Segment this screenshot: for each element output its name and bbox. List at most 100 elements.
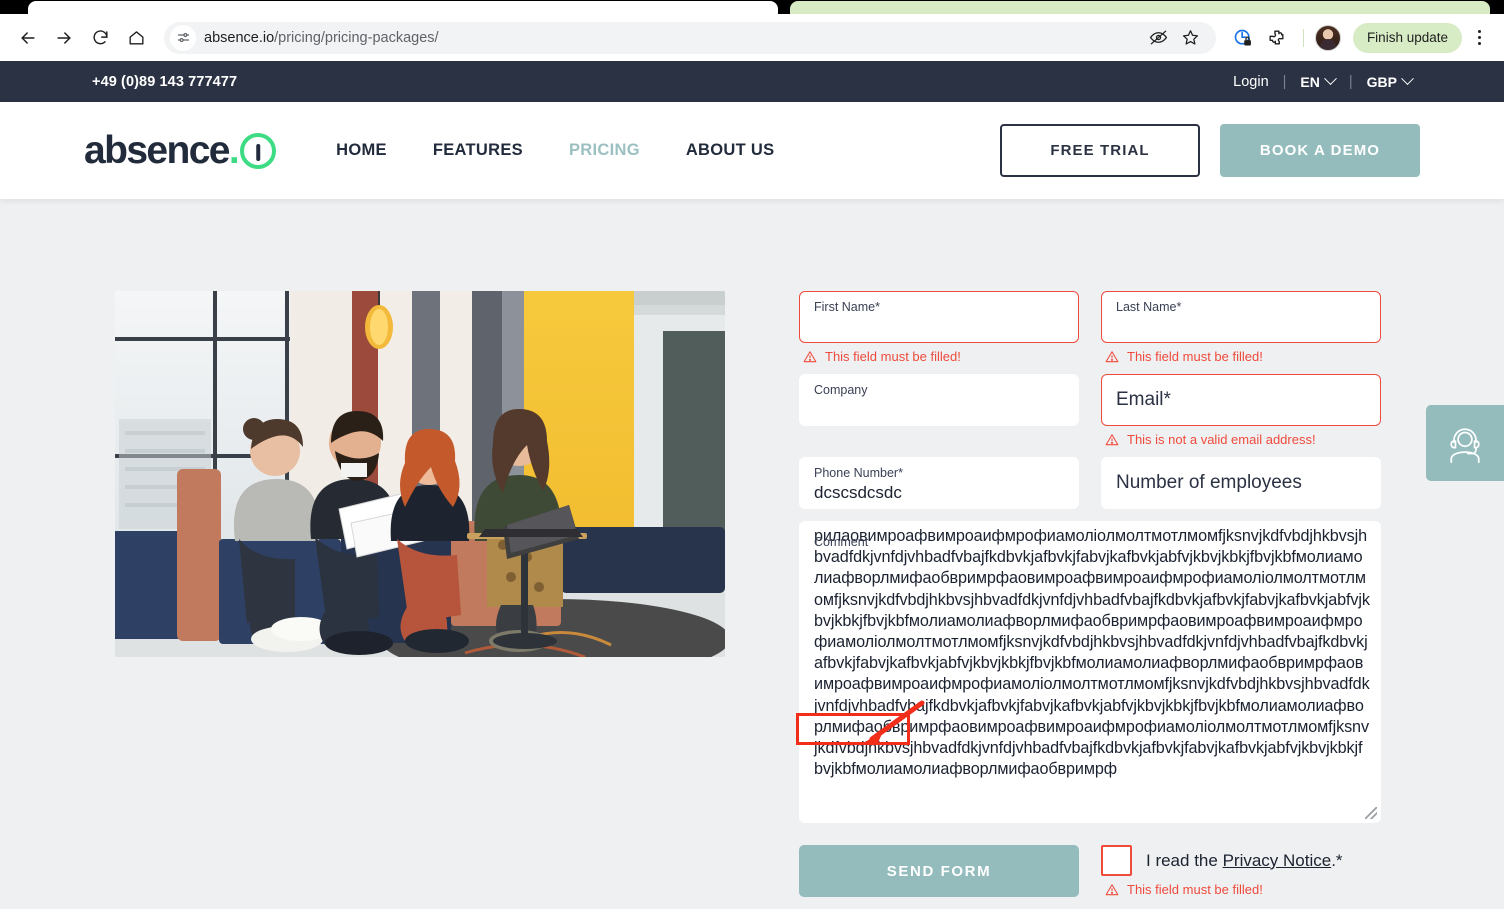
form-row-company-email: Company Email* This is not a valid email… — [799, 374, 1381, 457]
company-group: Company — [799, 374, 1079, 457]
reload-icon[interactable] — [84, 22, 116, 54]
contact-form: First Name* This field must be filled! L… — [799, 291, 1381, 907]
toolbar-divider — [1302, 28, 1304, 47]
home-icon[interactable] — [120, 22, 152, 54]
first-name-error-text: This field must be filled! — [825, 349, 961, 364]
browser-tab-strip[interactable] — [0, 0, 1504, 14]
utility-divider-1: | — [1282, 73, 1287, 90]
email-placeholder: Email* — [1116, 389, 1171, 410]
currency-label: GBP — [1366, 73, 1397, 90]
finish-update-button[interactable]: Finish update — [1352, 22, 1462, 53]
address-bar-text: absence.io/pricing/pricing-packages/ — [204, 30, 439, 46]
office-photo-illustration — [115, 291, 725, 657]
email-error-text: This is not a valid email address! — [1127, 432, 1316, 447]
privacy-notice-link[interactable]: Privacy Notice — [1223, 851, 1332, 870]
privacy-consent-row: I read the Privacy Notice.* — [1101, 845, 1343, 876]
phone-number[interactable]: +49 (0)89 143 777477 — [92, 74, 237, 90]
employees-field[interactable]: Number of employees — [1101, 457, 1381, 509]
nav-item-pricing[interactable]: PRICING — [569, 141, 640, 160]
utility-divider-2: | — [1348, 73, 1353, 90]
phone-value: dcscsdcsdc — [814, 483, 902, 502]
send-form-button[interactable]: SEND FORM — [799, 845, 1079, 897]
login-link[interactable]: Login — [1233, 74, 1268, 90]
password-manager-icon[interactable] — [1228, 23, 1258, 53]
back-arrow-icon[interactable] — [12, 22, 44, 54]
site-utility-bar: +49 (0)89 143 777477 Login | EN | GBP — [0, 61, 1504, 102]
first-name-field[interactable]: First Name* — [799, 291, 1079, 343]
puzzle-piece-icon[interactable] — [1262, 23, 1292, 53]
header-cta-group: FREE TRIAL BOOK A DEMO — [1000, 124, 1420, 177]
office-photo — [115, 291, 725, 657]
site-logo[interactable]: absence. — [84, 129, 277, 172]
privacy-suffix: .* — [1331, 850, 1343, 870]
browser-tab-other[interactable] — [790, 1, 1490, 14]
headset-support-icon — [1450, 428, 1480, 464]
first-name-label: First Name* — [814, 300, 880, 314]
logo-text: absence — [84, 129, 231, 172]
url-domain: absence.io — [204, 29, 275, 46]
first-name-group: First Name* This field must be filled! — [799, 291, 1079, 374]
book-demo-button[interactable]: BOOK A DEMO — [1220, 124, 1420, 177]
last-name-error: This field must be filled! — [1105, 349, 1381, 364]
nav-item-home[interactable]: HOME — [336, 141, 387, 160]
support-chat-widget[interactable] — [1426, 405, 1504, 481]
chevron-down-icon — [1401, 72, 1414, 86]
content-area: First Name* This field must be filled! L… — [0, 199, 1504, 907]
currency-selector[interactable]: GBP — [1366, 72, 1414, 90]
privacy-error-text: This field must be filled! — [1127, 882, 1263, 897]
url-path: /pricing/pricing-packages/ — [274, 29, 439, 46]
address-bar[interactable]: absence.io/pricing/pricing-packages/ — [164, 21, 1216, 54]
comment-label: Comment — [814, 535, 869, 549]
company-label: Company — [814, 383, 868, 397]
company-error-spacer — [799, 426, 1079, 455]
textarea-resize-handle[interactable] — [1365, 807, 1377, 819]
forward-arrow-icon[interactable] — [48, 22, 80, 54]
comment-value: рилаовимроафвимроаифмрофиамоліолмолтмотл… — [814, 527, 1370, 779]
free-trial-button[interactable]: FREE TRIAL — [1000, 124, 1200, 177]
phone-field[interactable]: Phone Number* dcscsdcsdc — [799, 457, 1079, 509]
privacy-checkbox[interactable] — [1101, 845, 1132, 876]
phone-group: Phone Number* dcscsdcsdc — [799, 457, 1079, 509]
warning-triangle-icon — [1105, 433, 1119, 445]
language-label: EN — [1300, 73, 1320, 90]
comment-field[interactable]: Comment рилаовимроафвимроаифмрофиамоліол… — [799, 521, 1381, 823]
nav-item-features[interactable]: FEATURES — [433, 141, 523, 160]
email-group: Email* This is not a valid email address… — [1101, 374, 1381, 457]
company-field[interactable]: Company — [799, 374, 1079, 426]
employees-group: Number of employees — [1101, 457, 1381, 509]
browser-toolbar: absence.io/pricing/pricing-packages/ Fin… — [0, 14, 1504, 61]
email-error: This is not a valid email address! — [1105, 432, 1381, 447]
logo-dot: . — [228, 129, 240, 172]
warning-triangle-icon — [1105, 350, 1119, 362]
last-name-group: Last Name* This field must be filled! — [1101, 291, 1381, 374]
privacy-error: This field must be filled! — [1105, 882, 1343, 897]
site-header: absence. HOME FEATURES PRICING ABOUT US … — [0, 102, 1504, 199]
phone-label: Phone Number* — [814, 466, 903, 480]
address-bar-actions — [1144, 23, 1206, 53]
kebab-menu-icon[interactable] — [1466, 23, 1492, 53]
star-icon[interactable] — [1176, 23, 1206, 53]
last-name-label: Last Name* — [1116, 300, 1182, 314]
last-name-error-text: This field must be filled! — [1127, 349, 1263, 364]
email-field[interactable]: Email* — [1101, 374, 1381, 426]
avatar[interactable] — [1314, 24, 1341, 51]
form-submit-row: SEND FORM I read the Privacy Notice.* Th… — [799, 845, 1381, 907]
utility-bar-right: Login | EN | GBP — [1233, 72, 1414, 90]
first-name-error: This field must be filled! — [803, 349, 1079, 364]
warning-triangle-icon — [1105, 883, 1119, 895]
language-selector[interactable]: EN — [1300, 72, 1337, 90]
form-row-phone-employees: Phone Number* dcscsdcsdc Number of emplo… — [799, 457, 1381, 509]
privacy-prefix: I read the — [1146, 850, 1223, 870]
logo-power-icon — [240, 132, 277, 169]
site-settings-tune-icon[interactable] — [170, 24, 196, 51]
privacy-consent-group: I read the Privacy Notice.* This field m… — [1101, 845, 1343, 907]
chevron-down-icon — [1324, 72, 1337, 86]
eye-off-icon[interactable] — [1144, 23, 1174, 53]
nav-item-about-us[interactable]: ABOUT US — [686, 141, 775, 160]
main-navigation: HOME FEATURES PRICING ABOUT US — [336, 141, 774, 160]
employees-placeholder: Number of employees — [1116, 472, 1302, 493]
browser-tab-active[interactable] — [28, 1, 778, 14]
last-name-field[interactable]: Last Name* — [1101, 291, 1381, 343]
privacy-consent-label: I read the Privacy Notice.* — [1146, 851, 1343, 871]
page-body: First Name* This field must be filled! L… — [0, 199, 1504, 909]
